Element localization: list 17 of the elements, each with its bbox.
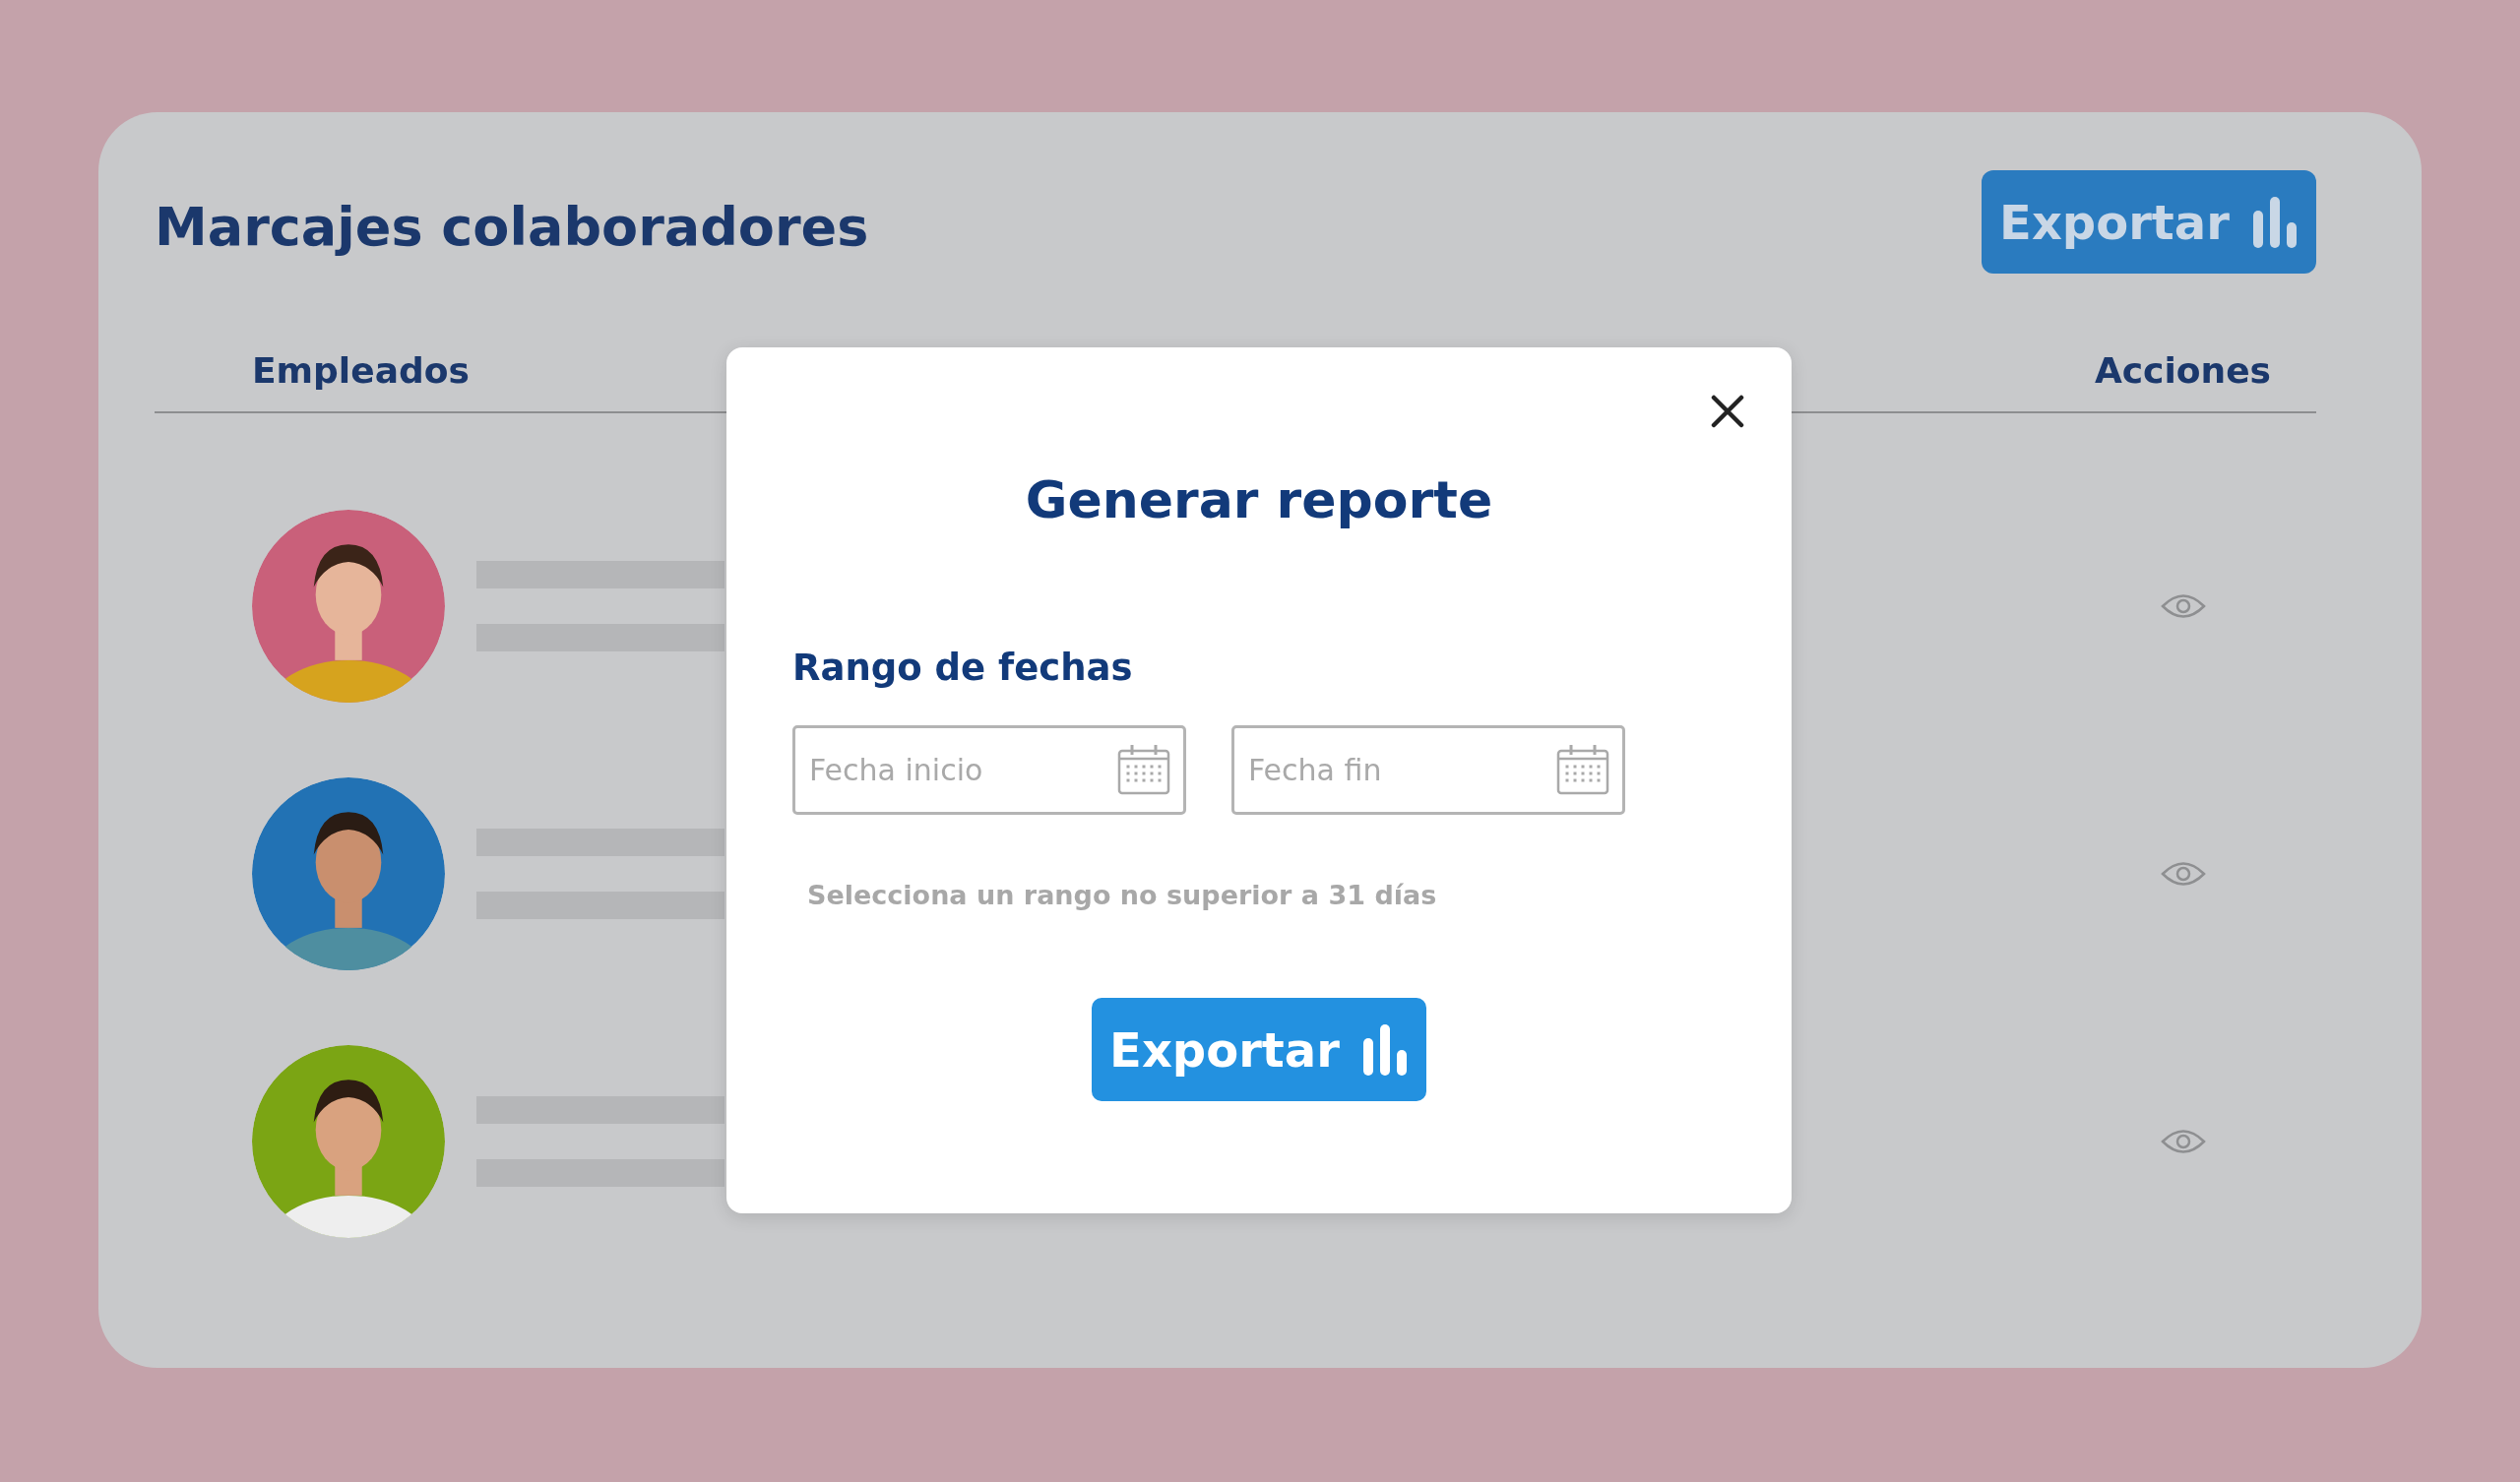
page-title: Marcajes colaboradores (155, 196, 869, 260)
column-header: Empleados (252, 349, 470, 393)
calendar-icon[interactable] (1117, 743, 1170, 795)
date-field[interactable]: Fecha fin (1231, 724, 1625, 815)
export-button[interactable]: Exportar (1982, 170, 2316, 274)
eye-icon[interactable] (2161, 1127, 2206, 1156)
modal-title: Generar reporte (1024, 469, 1494, 531)
hint-text: Selecciona un rango no superior a 31 días (807, 878, 1438, 912)
section-label: Rango de fechas (792, 646, 1134, 692)
eye-icon[interactable] (2161, 591, 2206, 621)
bar-chart-icon (2250, 196, 2299, 248)
bar-chart-icon (1360, 1023, 1409, 1076)
calendar-icon[interactable] (1556, 743, 1609, 795)
eye-icon[interactable] (2161, 859, 2206, 889)
date-field[interactable]: Fecha inicio (792, 724, 1186, 815)
column-header: Acciones (2094, 349, 2271, 393)
export-button[interactable]: Exportar (1092, 998, 1426, 1102)
